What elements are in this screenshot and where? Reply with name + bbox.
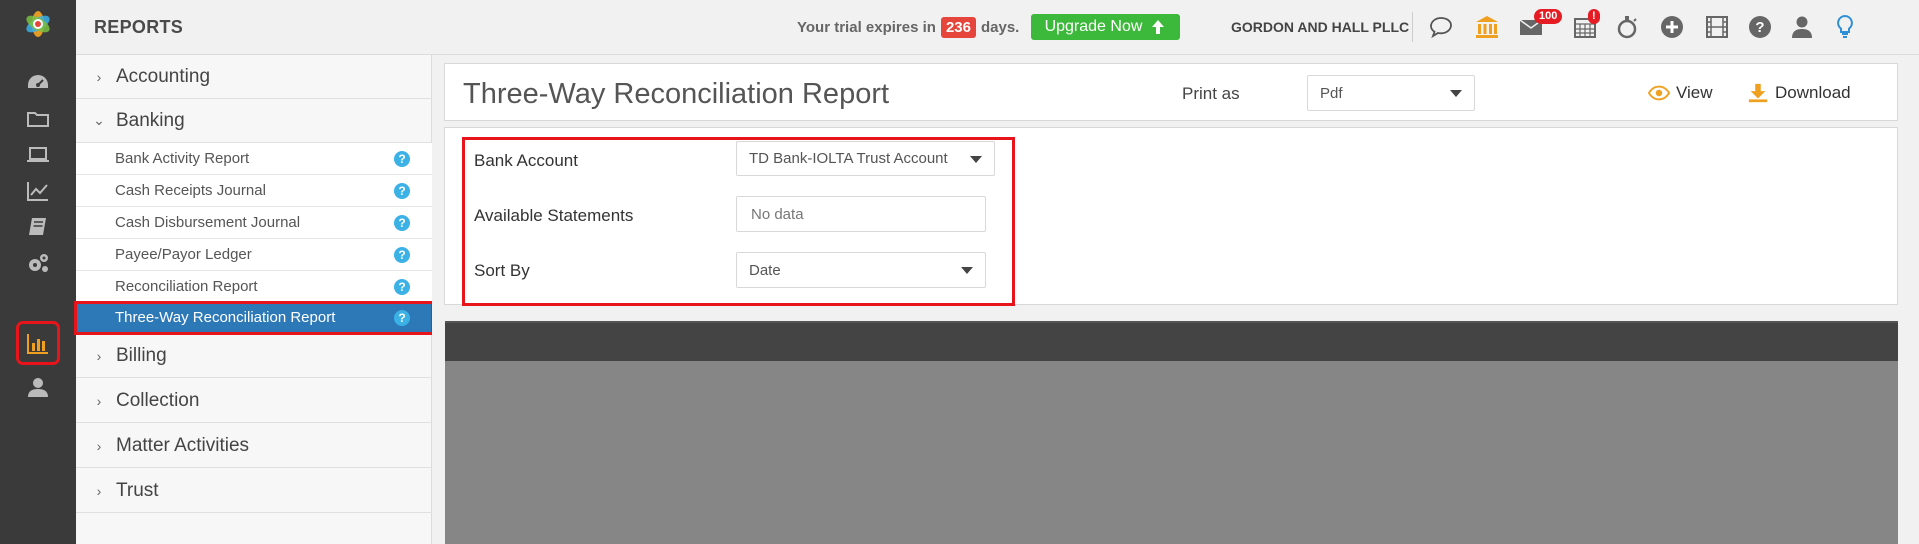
menu-item-label: Three-Way Reconciliation Report <box>115 309 336 326</box>
caret-down-icon <box>1450 90 1462 97</box>
chevron-right-icon: › <box>96 482 102 499</box>
left-icon-rail <box>0 0 76 544</box>
laptop-icon[interactable] <box>22 139 54 171</box>
sort-by-label: Sort By <box>474 261 530 280</box>
view-label: View <box>1676 83 1713 102</box>
menu-group-accounting[interactable]: › Accounting <box>76 55 432 99</box>
help-icon[interactable]: ? <box>394 279 410 295</box>
calendar-badge: ! <box>1588 9 1600 24</box>
cogs-icon[interactable] <box>22 247 54 279</box>
download-label: Download <box>1775 83 1851 102</box>
upgrade-now-button[interactable]: Upgrade Now <box>1031 14 1180 40</box>
menu-group-label: Matter Activities <box>116 434 250 456</box>
filter-panel: Bank Account TD Bank-IOLTA Trust Account… <box>444 127 1898 306</box>
sort-by-value: Date <box>749 261 781 279</box>
menu-group-label: Trust <box>116 479 159 501</box>
menu-item-bank-activity-report[interactable]: Bank Activity Report ? <box>76 143 432 175</box>
menu-group-collection[interactable]: › Collection <box>76 379 432 423</box>
report-title: Three-Way Reconciliation Report <box>463 78 890 110</box>
film-icon[interactable] <box>1702 12 1732 42</box>
menu-group-label: Banking <box>116 109 185 131</box>
caret-down-icon <box>961 267 973 274</box>
report-preview-area[interactable] <box>445 321 1898 544</box>
section-title: REPORTS <box>94 17 184 37</box>
main-content: Three-Way Reconciliation Report Print as… <box>432 55 1919 544</box>
help-icon[interactable]: ? <box>1745 12 1775 42</box>
stopwatch-icon[interactable] <box>1612 12 1642 42</box>
menu-group-trust[interactable]: › Trust <box>76 469 432 513</box>
messages-badge: 100 <box>1534 9 1563 24</box>
print-format-value: Pdf <box>1320 84 1343 102</box>
plus-circle-icon[interactable] <box>1657 12 1687 42</box>
chevron-right-icon: › <box>96 68 102 85</box>
menu-group-label: Billing <box>116 344 167 366</box>
folder-icon[interactable] <box>22 103 54 135</box>
menu-item-three-way-reconciliation-report[interactable]: Three-Way Reconciliation Report ? <box>74 301 434 335</box>
top-bar: REPORTS Your trial expires in 236 days. … <box>76 0 1919 55</box>
eye-icon <box>1648 85 1670 101</box>
menu-item-cash-receipts-journal[interactable]: Cash Receipts Journal ? <box>76 175 432 207</box>
trial-days-badge: 236 <box>940 17 976 38</box>
trial-suffix: days. <box>980 19 1020 36</box>
bank-icon[interactable] <box>1472 12 1502 42</box>
trial-notice: Your trial expires in 236 days. <box>797 17 1019 38</box>
chevron-down-icon: ⌄ <box>93 112 105 128</box>
available-statements-label: Available Statements <box>474 206 634 225</box>
upgrade-label: Upgrade Now <box>1044 18 1143 35</box>
download-button[interactable]: Download <box>1747 82 1851 104</box>
help-icon[interactable]: ? <box>394 151 410 167</box>
help-icon[interactable]: ? <box>394 310 410 326</box>
download-icon <box>1748 83 1768 103</box>
print-format-select[interactable]: Pdf <box>1307 75 1475 111</box>
menu-group-label: Accounting <box>116 65 211 87</box>
calendar-icon[interactable]: ! <box>1570 9 1600 42</box>
svg-text:?: ? <box>1755 19 1764 36</box>
chevron-right-icon: › <box>96 437 102 454</box>
arrow-up-icon <box>1152 20 1165 34</box>
trial-prefix: Your trial expires in <box>797 19 936 36</box>
book-icon[interactable] <box>22 211 54 243</box>
mail-icon[interactable]: 100 <box>1516 9 1563 42</box>
bar-chart-icon[interactable] <box>16 321 60 365</box>
caret-down-icon <box>970 155 982 163</box>
available-statements-value: No data <box>751 205 804 223</box>
dashboard-icon[interactable] <box>22 67 54 99</box>
menu-item-label: Cash Disbursement Journal <box>115 214 301 231</box>
preview-toolbar <box>445 323 1898 361</box>
chevron-right-icon: › <box>96 392 102 409</box>
firm-name: GORDON AND HALL PLLC <box>1231 19 1410 35</box>
line-chart-icon[interactable] <box>22 175 54 207</box>
help-icon[interactable]: ? <box>394 215 410 231</box>
print-as-label: Print as <box>1182 84 1240 103</box>
menu-item-reconciliation-report[interactable]: Reconciliation Report ? <box>76 271 432 303</box>
view-button[interactable]: View <box>1648 82 1713 104</box>
app-logo-icon[interactable] <box>18 4 58 44</box>
bank-account-select[interactable]: TD Bank-IOLTA Trust Account <box>736 141 995 176</box>
lightbulb-icon[interactable] <box>1830 12 1860 42</box>
user-icon[interactable] <box>1787 12 1817 42</box>
top-divider <box>1412 12 1413 42</box>
chevron-right-icon: › <box>96 347 102 364</box>
menu-item-label: Bank Activity Report <box>115 150 250 167</box>
user-icon[interactable] <box>22 371 54 403</box>
menu-item-payee-payor-ledger[interactable]: Payee/Payor Ledger ? <box>76 239 432 271</box>
help-icon[interactable]: ? <box>394 247 410 263</box>
menu-item-label: Reconciliation Report <box>115 278 258 295</box>
menu-group-banking[interactable]: ⌄ Banking <box>76 99 432 143</box>
sort-by-select[interactable]: Date <box>736 252 986 288</box>
report-header: Three-Way Reconciliation Report Print as… <box>444 63 1898 121</box>
menu-group-billing[interactable]: › Billing <box>76 334 432 378</box>
report-menu: › Accounting ⌄ Banking Bank Activity Rep… <box>74 55 434 544</box>
bank-account-value: TD Bank-IOLTA Trust Account <box>749 150 948 167</box>
menu-group-label: Collection <box>116 389 200 411</box>
bank-account-label: Bank Account <box>474 151 578 170</box>
menu-group-matter-activities[interactable]: › Matter Activities <box>76 424 432 468</box>
chat-icon[interactable] <box>1426 12 1456 42</box>
menu-item-label: Payee/Payor Ledger <box>115 246 252 263</box>
help-icon[interactable]: ? <box>394 183 410 199</box>
menu-item-label: Cash Receipts Journal <box>115 182 266 199</box>
menu-item-cash-disbursement-journal[interactable]: Cash Disbursement Journal ? <box>76 207 432 239</box>
available-statements-field[interactable]: No data <box>736 196 986 232</box>
